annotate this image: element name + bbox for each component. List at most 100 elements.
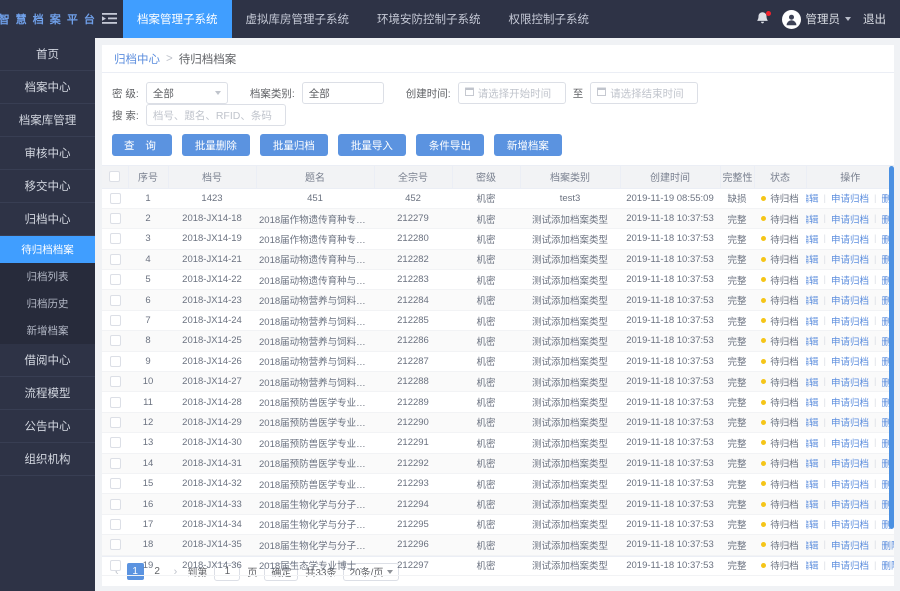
row-checkbox[interactable] bbox=[109, 559, 121, 571]
edit-link[interactable]: 编辑 bbox=[806, 517, 819, 531]
op-separator: | bbox=[823, 416, 826, 428]
sidebar-item-add-archive[interactable]: 新增档案 bbox=[0, 317, 95, 344]
row-checkbox[interactable] bbox=[109, 315, 121, 327]
edit-link[interactable]: 编辑 bbox=[806, 375, 819, 389]
secret-level-select[interactable]: 全部 bbox=[145, 82, 228, 104]
edit-link[interactable]: 编辑 bbox=[806, 212, 819, 226]
edit-link[interactable]: 编辑 bbox=[806, 314, 819, 328]
edit-link[interactable]: 编辑 bbox=[806, 456, 819, 470]
apply-archive-link[interactable]: 申请归档 bbox=[831, 212, 869, 226]
apply-archive-link[interactable]: 申请归档 bbox=[831, 314, 869, 328]
user-name-label: 管理员 bbox=[805, 14, 841, 26]
sidebar-item-transfer-center[interactable]: 移交中心 bbox=[0, 170, 95, 203]
apply-archive-link[interactable]: 申请归档 bbox=[831, 252, 869, 266]
start-date-input[interactable]: 请选择开始时间 bbox=[457, 82, 566, 104]
apply-archive-link[interactable]: 申请归档 bbox=[831, 415, 869, 429]
row-checkbox[interactable] bbox=[109, 213, 121, 225]
batch-archive-button[interactable]: 批量归档 bbox=[259, 134, 328, 156]
edit-link[interactable]: 编辑 bbox=[806, 436, 819, 450]
edit-link[interactable]: 编辑 bbox=[806, 477, 819, 491]
row-checkbox[interactable] bbox=[109, 376, 121, 388]
sidebar-item-process-model[interactable]: 流程模型 bbox=[0, 377, 95, 410]
end-date-input[interactable]: 请选择结束时间 bbox=[590, 82, 699, 104]
edit-link[interactable]: 编辑 bbox=[806, 415, 819, 429]
apply-archive-link[interactable]: 申请归档 bbox=[831, 375, 869, 389]
user-menu[interactable]: 管理员 bbox=[781, 9, 851, 29]
cell-created-time: 2019-11-18 10:37:53 bbox=[620, 228, 720, 250]
breadcrumb-parent[interactable]: 归档中心 bbox=[114, 51, 160, 67]
row-checkbox[interactable] bbox=[109, 396, 121, 408]
row-checkbox[interactable] bbox=[109, 498, 121, 510]
batch-delete-button[interactable]: 批量删除 bbox=[181, 134, 250, 156]
select-all-checkbox[interactable] bbox=[109, 171, 121, 183]
apply-archive-link[interactable]: 申请归档 bbox=[831, 436, 869, 450]
sidebar-item-archiving-center[interactable]: 归档中心 bbox=[0, 203, 95, 236]
sidebar-item-borrow-center[interactable]: 借阅中心 bbox=[0, 344, 95, 377]
apply-archive-link[interactable]: 申请归档 bbox=[831, 517, 869, 531]
edit-link[interactable]: 编辑 bbox=[806, 354, 819, 368]
edit-link[interactable]: 编辑 bbox=[806, 293, 819, 307]
row-checkbox[interactable] bbox=[109, 457, 121, 469]
sidebar-item-archive-center[interactable]: 档案中心 bbox=[0, 71, 95, 104]
apply-archive-link[interactable]: 申请归档 bbox=[831, 497, 869, 511]
search-input[interactable]: 档号、题名、RFID、条码 bbox=[145, 104, 286, 126]
edit-link[interactable]: 编辑 bbox=[806, 252, 819, 266]
tab-archive-management[interactable]: 档案管理子系统 bbox=[123, 0, 232, 38]
cell-archive-category: 测试添加档案类型 bbox=[520, 412, 620, 434]
row-checkbox[interactable] bbox=[109, 274, 121, 286]
edit-link[interactable]: 编辑 bbox=[806, 538, 819, 552]
menu-fold-icon[interactable] bbox=[95, 0, 123, 38]
new-archive-button[interactable]: 新增档案 bbox=[493, 134, 562, 156]
row-checkbox[interactable] bbox=[109, 416, 121, 428]
apply-archive-link[interactable]: 申请归档 bbox=[831, 558, 869, 572]
apply-archive-link[interactable]: 申请归档 bbox=[831, 354, 869, 368]
edit-link[interactable]: 编辑 bbox=[806, 232, 819, 246]
tab-environment-security[interactable]: 环境安防控制子系统 bbox=[363, 0, 495, 38]
edit-link[interactable]: 编辑 bbox=[806, 191, 819, 205]
table-scrollbar-rail[interactable] bbox=[889, 166, 894, 556]
apply-archive-link[interactable]: 申请归档 bbox=[831, 334, 869, 348]
cell-status: 待归档 bbox=[754, 391, 806, 413]
batch-import-button[interactable]: 批量导入 bbox=[337, 134, 406, 156]
sidebar-item-archive-list[interactable]: 归档列表 bbox=[0, 263, 95, 290]
sidebar-item-archive-repository[interactable]: 档案库管理 bbox=[0, 104, 95, 137]
row-checkbox[interactable] bbox=[109, 233, 121, 245]
logout-button[interactable]: 退出 bbox=[863, 11, 886, 27]
edit-link[interactable]: 编辑 bbox=[806, 273, 819, 287]
apply-archive-link[interactable]: 申请归档 bbox=[831, 538, 869, 552]
sidebar-item-audit-center[interactable]: 审核中心 bbox=[0, 137, 95, 170]
tab-permission-control[interactable]: 权限控制子系统 bbox=[495, 0, 604, 38]
row-checkbox[interactable] bbox=[109, 253, 121, 265]
edit-link[interactable]: 编辑 bbox=[806, 334, 819, 348]
sidebar-item-home[interactable]: 首页 bbox=[0, 38, 95, 71]
apply-archive-link[interactable]: 申请归档 bbox=[831, 395, 869, 409]
apply-archive-link[interactable]: 申请归档 bbox=[831, 273, 869, 287]
apply-archive-link[interactable]: 申请归档 bbox=[831, 456, 869, 470]
row-checkbox[interactable] bbox=[109, 294, 121, 306]
row-checkbox[interactable] bbox=[109, 335, 121, 347]
row-checkbox[interactable] bbox=[109, 478, 121, 490]
row-checkbox[interactable] bbox=[109, 539, 121, 551]
row-checkbox[interactable] bbox=[109, 192, 121, 204]
conditional-export-button[interactable]: 条件导出 bbox=[415, 134, 484, 156]
edit-link[interactable]: 编辑 bbox=[806, 395, 819, 409]
notification-bell-icon[interactable] bbox=[755, 10, 771, 28]
apply-archive-link[interactable]: 申请归档 bbox=[831, 293, 869, 307]
edit-link[interactable]: 编辑 bbox=[806, 497, 819, 511]
apply-archive-link[interactable]: 申请归档 bbox=[831, 477, 869, 491]
table-scrollbar-thumb[interactable] bbox=[889, 166, 894, 529]
apply-archive-link[interactable]: 申请归档 bbox=[831, 191, 869, 205]
query-button[interactable]: 查 询 bbox=[112, 134, 172, 156]
tab-virtual-warehouse[interactable]: 虚拟库房管理子系统 bbox=[232, 0, 364, 38]
delete-link[interactable]: 删除 bbox=[881, 558, 894, 572]
apply-archive-link[interactable]: 申请归档 bbox=[831, 232, 869, 246]
row-checkbox[interactable] bbox=[109, 437, 121, 449]
sidebar-item-announcement-center[interactable]: 公告中心 bbox=[0, 410, 95, 443]
archive-category-input[interactable]: 全部 bbox=[301, 82, 384, 104]
edit-link[interactable]: 编辑 bbox=[806, 558, 819, 572]
row-checkbox[interactable] bbox=[109, 355, 121, 367]
row-checkbox[interactable] bbox=[109, 518, 121, 530]
sidebar-item-archive-history[interactable]: 归档历史 bbox=[0, 290, 95, 317]
sidebar-item-pending-archives[interactable]: 待归档档案 bbox=[0, 236, 95, 263]
sidebar-item-organization[interactable]: 组织机构 bbox=[0, 443, 95, 476]
